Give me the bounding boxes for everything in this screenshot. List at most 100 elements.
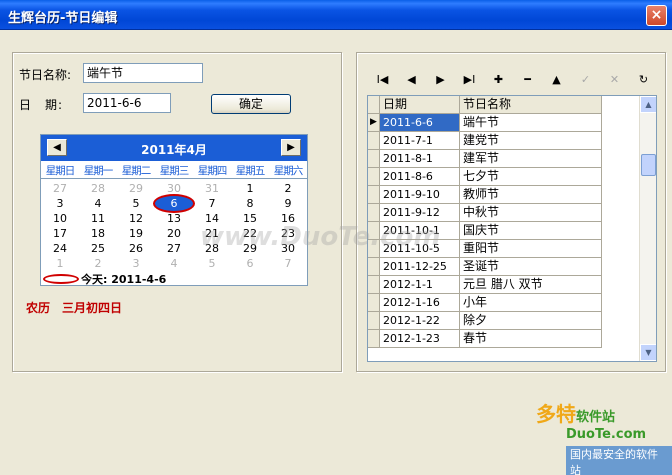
calendar-day[interactable]: 29 [117,181,155,196]
calendar-day[interactable]: 5 [193,256,231,271]
table-row[interactable]: 2011-9-10 教师节 [368,186,602,204]
name-cell[interactable]: 元旦 腊八 双节 [460,276,602,293]
edit-record-button[interactable]: ▲ [542,70,571,90]
post-record-button[interactable]: ✓ [571,70,600,90]
calendar-day[interactable]: 10 [41,211,79,226]
scroll-thumb[interactable] [641,154,656,176]
date-cell[interactable]: 2011-6-6 [380,114,460,131]
calendar-week: 1 2 3 4 5 6 7 [41,256,307,271]
name-cell[interactable]: 圣诞节 [460,258,602,275]
calendar-day[interactable]: 4 [79,196,117,211]
column-header-date[interactable]: 日期 [380,96,460,113]
cancel-record-button[interactable]: ✕ [600,70,629,90]
calendar-day[interactable]: 27 [155,241,193,256]
calendar-day[interactable]: 12 [117,211,155,226]
table-row[interactable]: 2012-1-23 春节 [368,330,602,348]
row-indicator [368,150,380,167]
refresh-icon: ↻ [638,73,649,86]
name-cell[interactable]: 中秋节 [460,204,602,221]
calendar-week: 3 4 5 6 7 8 9 [41,196,307,211]
confirm-button[interactable]: 确定 [211,94,291,114]
scroll-down-button[interactable]: ▼ [640,344,656,361]
calendar-day[interactable]: 2 [269,181,307,196]
date-input[interactable]: 2011-6-6 [83,93,171,113]
name-cell[interactable]: 国庆节 [460,222,602,239]
scroll-up-button[interactable]: ▲ [640,96,656,113]
calendar-day[interactable]: 24 [41,241,79,256]
date-cell[interactable]: 2012-1-23 [380,330,460,347]
table-row[interactable]: 2011-9-12 中秋节 [368,204,602,222]
name-cell[interactable]: 七夕节 [460,168,602,185]
calendar-day[interactable]: 8 [231,196,269,211]
calendar-day[interactable]: 7 [269,256,307,271]
name-cell[interactable]: 小年 [460,294,602,311]
next-record-button[interactable]: ▶ [426,70,455,90]
last-record-button[interactable]: ▶I [455,70,484,90]
date-cell[interactable]: 2012-1-1 [380,276,460,293]
month-calendar[interactable]: ◀ 2011年4月 ▶ 星期日 星期一 星期二 星期三 星期四 星期五 星期六 … [40,134,308,286]
calendar-day[interactable]: 30 [155,181,193,196]
calendar-day[interactable]: 11 [79,211,117,226]
table-row[interactable]: 2011-8-6 七夕节 [368,168,602,186]
table-row[interactable]: 2011-12-25 圣诞节 [368,258,602,276]
calendar-day[interactable]: 19 [117,226,155,241]
row-indicator [368,186,380,203]
calendar-day[interactable]: 25 [79,241,117,256]
column-header-name[interactable]: 节日名称 [460,96,602,113]
name-cell[interactable]: 建党节 [460,132,602,149]
weekday-fri: 星期五 [235,165,266,177]
calendar-day[interactable]: 3 [117,256,155,271]
calendar-day-selected[interactable]: 6 [155,196,193,211]
prev-record-button[interactable]: ◀ [397,70,426,90]
name-cell[interactable]: 重阳节 [460,240,602,257]
table-row[interactable]: 2012-1-16 小年 [368,294,602,312]
next-month-button[interactable]: ▶ [281,139,301,156]
holiday-name-input[interactable]: 端午节 [83,63,203,83]
table-row[interactable]: 2012-1-22 除夕 [368,312,602,330]
calendar-day[interactable]: 20 [155,226,193,241]
calendar-day[interactable]: 3 [41,196,79,211]
calendar-day[interactable]: 28 [79,181,117,196]
calendar-day[interactable]: 7 [193,196,231,211]
calendar-day[interactable]: 2 [79,256,117,271]
calendar-day[interactable]: 31 [193,181,231,196]
watermark-logo: 多特软件站 DuoTe.com 国内最安全的软件站 [536,398,672,475]
close-button[interactable]: × [646,5,667,26]
calendar-day[interactable]: 6 [231,256,269,271]
calendar-day[interactable]: 4 [155,256,193,271]
table-row[interactable]: 2012-1-1 元旦 腊八 双节 [368,276,602,294]
date-cell[interactable]: 2011-8-6 [380,168,460,185]
calendar-day[interactable]: 27 [41,181,79,196]
table-row[interactable]: ▶ 2011-6-6 端午节 [368,114,602,132]
name-cell[interactable]: 端午节 [460,114,602,131]
calendar-day[interactable]: 18 [79,226,117,241]
date-cell[interactable]: 2011-9-12 [380,204,460,221]
title-bar[interactable]: 生辉台历-节日编辑 × [0,0,672,30]
date-cell[interactable]: 2011-8-1 [380,150,460,167]
calendar-day[interactable]: 26 [117,241,155,256]
row-indicator [368,168,380,185]
date-cell[interactable]: 2011-7-1 [380,132,460,149]
date-cell[interactable]: 2012-1-22 [380,312,460,329]
name-cell[interactable]: 建军节 [460,150,602,167]
name-cell[interactable]: 春节 [460,330,602,347]
vertical-scrollbar[interactable]: ▲ ▼ [639,96,656,361]
insert-record-button[interactable]: ✚ [484,70,513,90]
refresh-button[interactable]: ↻ [629,70,658,90]
calendar-day[interactable]: 9 [269,196,307,211]
date-cell[interactable]: 2011-12-25 [380,258,460,275]
calendar-day[interactable]: 17 [41,226,79,241]
date-cell[interactable]: 2011-9-10 [380,186,460,203]
delete-record-button[interactable]: ━ [513,70,542,90]
calendar-day[interactable]: 5 [117,196,155,211]
name-cell[interactable]: 教师节 [460,186,602,203]
name-cell[interactable]: 除夕 [460,312,602,329]
calendar-day[interactable]: 13 [155,211,193,226]
today-link[interactable]: 今天: 2011-4-6 [43,271,166,287]
table-row[interactable]: 2011-8-1 建军节 [368,150,602,168]
calendar-day[interactable]: 1 [231,181,269,196]
date-cell[interactable]: 2012-1-16 [380,294,460,311]
table-row[interactable]: 2011-7-1 建党节 [368,132,602,150]
first-record-button[interactable]: I◀ [368,70,397,90]
calendar-day[interactable]: 1 [41,256,79,271]
